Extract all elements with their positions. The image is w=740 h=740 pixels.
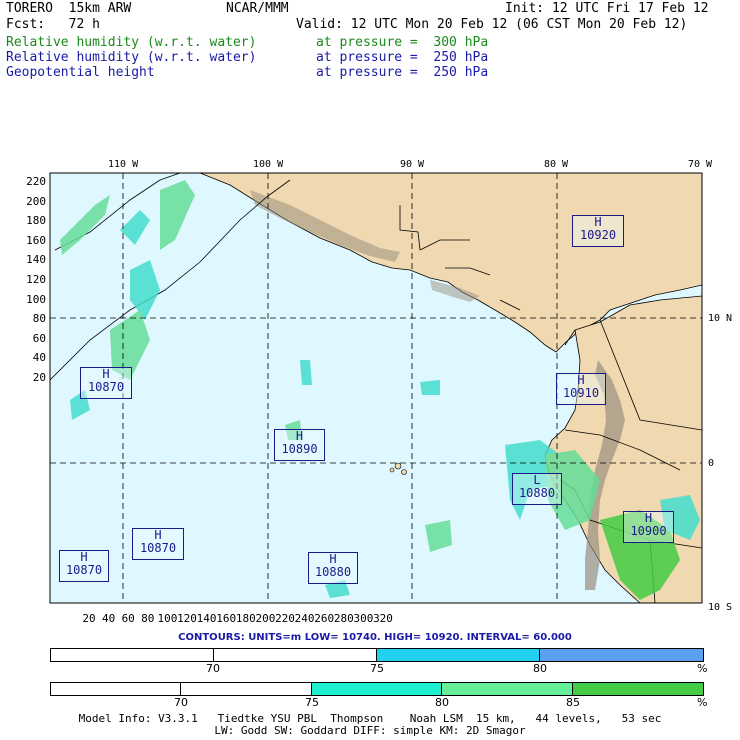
y-tick-label: 100 <box>26 292 46 306</box>
lat-label-10n: 10 N <box>708 313 733 324</box>
colorbar-green-bin <box>442 683 573 695</box>
high-center: H 10900 <box>623 511 674 543</box>
low-center: L 10880 <box>512 473 562 505</box>
y-tick-label: 20 <box>32 371 46 384</box>
high-center: H 10870 <box>80 367 132 399</box>
colorbar-green-label: 80 <box>435 696 449 709</box>
colorbar-green-label: 85 <box>566 696 580 709</box>
x-tick-label: 320 <box>373 612 393 625</box>
high-center: H 10870 <box>132 528 184 560</box>
high-center: H 10910 <box>556 373 606 405</box>
center-value: 10870 <box>87 380 125 394</box>
y-tick-label: 220 <box>26 175 46 188</box>
colorbar-blue-bin <box>214 649 377 661</box>
lon-label-90w: 90 W <box>400 159 425 170</box>
high-center: H 10880 <box>308 552 358 584</box>
center-value: 10870 <box>65 563 103 577</box>
y-tick-label: 160 <box>26 233 46 247</box>
model-info-line-2: LW: Godd SW: Goddard DIFF: simple KM: 2D… <box>214 724 526 737</box>
colorbar-green-bin <box>51 683 181 695</box>
colorbar-green-label: 75 <box>305 696 319 709</box>
y-tick-label: 180 <box>26 214 46 228</box>
center-value: 10870 <box>139 541 177 555</box>
center-value: 10890 <box>281 442 318 456</box>
lon-label-100w: 100 W <box>253 159 284 170</box>
high-center: H 10920 <box>572 215 624 247</box>
lon-label-70w: 70 W <box>688 159 713 170</box>
colorbar-blue-label: 75 <box>370 662 384 675</box>
y-tick-label: 40 <box>32 351 46 365</box>
colorbar-blue-bin <box>51 649 214 661</box>
center-value: 10880 <box>314 565 352 579</box>
colorbar-blue-bin <box>540 649 703 661</box>
colorbar-blue-label: % <box>697 662 708 675</box>
colorbar-green-label: 70 <box>174 696 188 709</box>
colorbar-green-bin <box>573 683 703 695</box>
y-tick-label: 80 <box>32 312 46 326</box>
colorbar-blue-label: 70 <box>206 662 220 675</box>
lat-label-10s: 10 S <box>708 602 733 613</box>
colorbar-blue-bin <box>377 649 540 661</box>
center-value: 10900 <box>630 524 667 538</box>
lat-label-0: 0 <box>708 458 715 469</box>
y-tick-label: 60 <box>32 331 46 345</box>
center-value: 10910 <box>562 386 600 400</box>
colorbar-green-bin <box>312 683 442 695</box>
colorbar-blue-label: 80 <box>533 662 547 675</box>
contours-info: CONTOURS: UNITS=m LOW= 10740. HIGH= 1092… <box>178 632 572 643</box>
colorbar-green-label: % <box>697 696 708 709</box>
y-tick-label: 120 <box>26 273 46 286</box>
colorbar-green <box>50 682 704 696</box>
center-value: 10920 <box>579 228 617 242</box>
lon-label-110w: 110 W <box>108 159 139 170</box>
colorbar-green-bin <box>181 683 312 695</box>
high-center: H 10870 <box>59 550 109 582</box>
center-value: 10880 <box>518 486 556 500</box>
colorbar-blue <box>50 648 704 662</box>
high-center: H 10890 <box>274 429 325 461</box>
lon-label-80w: 80 W <box>544 159 569 170</box>
y-tick-label: 200 <box>26 194 46 208</box>
y-tick-label: 140 <box>26 253 46 267</box>
